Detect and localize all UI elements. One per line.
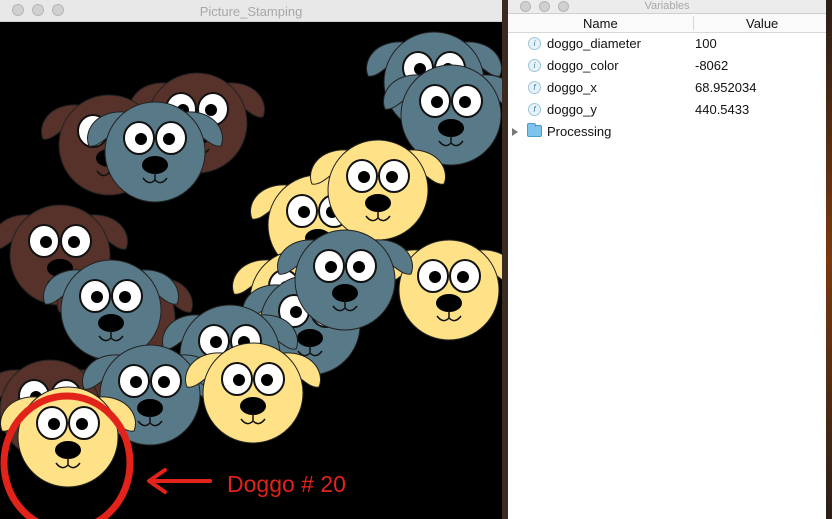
variables-window: Variables Name Value i doggo_diameter 10… [508, 0, 826, 519]
variable-name: doggo_x [547, 80, 597, 95]
variable-row[interactable]: f doggo_x 68.952034 [508, 77, 826, 99]
dog-pupil [353, 261, 365, 273]
dog-pupil [68, 236, 80, 248]
dog-pupil [40, 236, 52, 248]
variable-value: 68.952034 [695, 80, 757, 95]
annotation-arrow [147, 468, 212, 494]
dog-pupil [290, 306, 302, 318]
dog-pupil [298, 206, 310, 218]
variable-row[interactable]: f doggo_y 440.5433 [508, 99, 826, 121]
variable-name: doggo_color [547, 58, 619, 73]
variable-value: 440.5433 [695, 102, 750, 117]
dog-head [104, 101, 206, 203]
doggo-stamp [185, 342, 321, 444]
variable-value: -8062 [695, 58, 729, 73]
disclosure-triangle-icon[interactable] [512, 128, 518, 136]
dog-pupil [205, 104, 217, 116]
dog-pupil [158, 376, 170, 388]
dog-pupil [459, 96, 471, 108]
sketch-window: Picture_Stamping Doggo # 20 [0, 0, 502, 519]
doggo-20-label: Doggo # 20 [227, 471, 346, 497]
folder-name: Processing [547, 124, 612, 139]
dog-pupil [48, 418, 60, 430]
dog-head [327, 139, 429, 241]
dog-nose [55, 441, 81, 459]
folder-icon [527, 123, 542, 137]
processing-folder-row[interactable]: Processing [508, 121, 826, 143]
value-column-header[interactable]: Value [746, 16, 778, 31]
name-column-header[interactable]: Name [583, 16, 618, 31]
dog-nose [142, 156, 168, 174]
dog-nose [137, 399, 163, 417]
dog-pupil [358, 171, 370, 183]
dog-head [398, 239, 500, 341]
doggo-stamp-drawing: Doggo # 20 [0, 31, 502, 519]
float-type-icon: f [528, 81, 541, 94]
dog-pupil [325, 261, 337, 273]
dog-nose [332, 284, 358, 302]
sketch-window-title: Picture_Stamping [199, 4, 303, 19]
dog-pupil [210, 336, 222, 348]
dog-pupil [91, 291, 103, 303]
doggo-stamp [0, 386, 136, 488]
dog-head [294, 229, 396, 331]
dog-pupil [386, 171, 398, 183]
variables-window-title: Variables [644, 0, 690, 12]
dog-pupil [261, 374, 273, 386]
variable-name: doggo_diameter [547, 36, 641, 51]
float-type-icon: f [528, 103, 541, 116]
dog-head [202, 342, 304, 444]
dog-pupil [130, 376, 142, 388]
desktop-background-right [826, 0, 832, 519]
int-type-icon: i [528, 59, 541, 72]
dog-nose [438, 119, 464, 137]
dog-pupil [119, 291, 131, 303]
dog-pupil [431, 96, 443, 108]
dog-nose [240, 397, 266, 415]
variable-value: 100 [695, 36, 717, 51]
dog-pupil [457, 271, 469, 283]
dog-nose [98, 314, 124, 332]
dog-pupil [163, 133, 175, 145]
column-divider[interactable] [693, 16, 694, 30]
dog-nose [365, 194, 391, 212]
dog-nose [297, 329, 323, 347]
dog-pupil [233, 374, 245, 386]
variables-table-header: Name Value [508, 14, 826, 33]
dog-pupil [429, 271, 441, 283]
dog-pupil [76, 418, 88, 430]
dog-nose [436, 294, 462, 312]
sketch-canvas[interactable]: Doggo # 20 [0, 22, 502, 519]
variable-row[interactable]: i doggo_color -8062 [508, 55, 826, 77]
variable-row[interactable]: i doggo_diameter 100 [508, 33, 826, 55]
dog-pupil [135, 133, 147, 145]
dog-head [17, 386, 119, 488]
sketch-titlebar[interactable]: Picture_Stamping [0, 0, 502, 22]
variables-titlebar[interactable]: Variables [508, 0, 826, 14]
int-type-icon: i [528, 37, 541, 50]
variable-name: doggo_y [547, 102, 597, 117]
